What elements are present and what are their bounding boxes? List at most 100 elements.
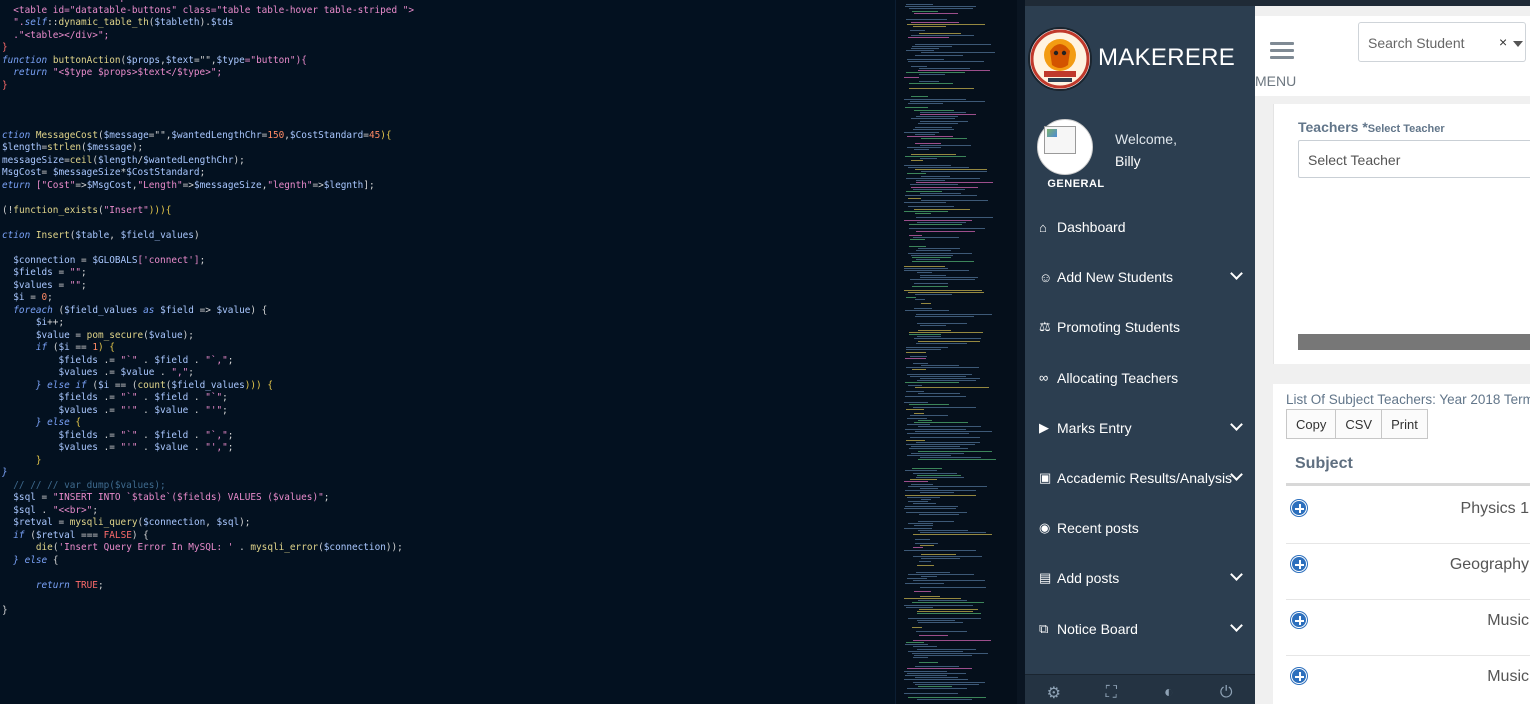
code-token: ): [193, 229, 200, 241]
column-header-subject[interactable]: Subject: [1295, 455, 1353, 473]
code-token: ,: [205, 517, 217, 528]
minimap-line: [916, 259, 940, 261]
code-editor-pane[interactable]: <div class="table-responsive"> <table id…: [0, 0, 895, 704]
search-student-select[interactable]: Search Student ×: [1358, 22, 1526, 62]
minimap-line: [913, 406, 976, 408]
code-token: $i: [58, 342, 70, 353]
minimap-line: [907, 23, 985, 25]
eye-slash-icon[interactable]: ◐: [1154, 678, 1184, 704]
code-text[interactable]: <div class="table-responsive"> <table id…: [2, 0, 414, 617]
table-row[interactable]: Music: [1286, 601, 1530, 656]
sidebar-item-add-posts[interactable]: ▤ Add posts: [1025, 553, 1255, 603]
chevron-down-icon[interactable]: [1513, 41, 1523, 47]
expand-plus-icon[interactable]: [1291, 668, 1307, 684]
copy-button[interactable]: Copy: [1286, 409, 1337, 439]
minimap-line: [912, 369, 926, 371]
minimap-line: [906, 191, 942, 192]
code-line: if ($i == 1) {: [2, 342, 414, 355]
minimap-line: [915, 133, 935, 135]
csv-button[interactable]: CSV: [1336, 409, 1383, 439]
table-row[interactable]: Music: [1286, 657, 1530, 704]
sidebar-item-marks-entry[interactable]: ▶ Marks Entry: [1025, 403, 1255, 453]
minimap-line: [916, 342, 967, 344]
minimap-line: [913, 237, 959, 239]
print-button[interactable]: Print: [1382, 409, 1428, 439]
minimap-line: [917, 221, 966, 223]
code-token: $message: [86, 142, 132, 153]
table-row[interactable]: Physics 1: [1286, 489, 1530, 544]
table-row[interactable]: Geography: [1286, 545, 1530, 600]
teacher-select[interactable]: Select Teacher: [1298, 140, 1530, 178]
sidebar: MAKERERE GENERAL Welcome, Billy ⌂ Dashboa…: [1025, 6, 1255, 704]
minimap-line: [906, 391, 924, 393]
sidebar-item-accademic-results-analysis[interactable]: ▣ Accademic Results/Analysis: [1025, 453, 1255, 503]
clear-icon[interactable]: ×: [1499, 34, 1507, 50]
sidebar-item-label: Promoting Students: [1057, 319, 1180, 336]
minimap-line: [906, 72, 965, 74]
code-token: =: [52, 267, 70, 278]
minimap-line: [910, 479, 937, 481]
minimap-line: [920, 532, 986, 533]
chevron-down-icon: [1230, 267, 1243, 281]
sidebar-item-notice-board[interactable]: ⧉ Notice Board: [1025, 604, 1255, 654]
minimap-line: [906, 296, 916, 298]
school-logo[interactable]: [1028, 27, 1092, 91]
column-header-rule: [1286, 483, 1530, 486]
minimap-line: [921, 138, 967, 140]
code-token: =: [41, 167, 53, 178]
settings-icon[interactable]: ⚙: [1039, 678, 1069, 704]
expand-plus-icon[interactable]: [1291, 500, 1307, 516]
hamburger-bar: [1270, 42, 1294, 45]
power-icon[interactable]: ⏻: [1211, 678, 1241, 704]
code-token: =: [52, 279, 70, 291]
code-token: $MsgCost: [86, 179, 132, 191]
minimap-line: [911, 21, 959, 23]
minimap-line: [910, 100, 985, 102]
minimap-line: [908, 103, 943, 104]
minimap-line: [914, 307, 932, 309]
minimap-line: [915, 677, 958, 679]
sidebar-item-promoting-students[interactable]: ⚖ Promoting Students: [1025, 302, 1255, 352]
code-token: $retval: [2, 517, 53, 528]
code-token: =>: [193, 304, 217, 316]
code-line: }: [2, 80, 414, 93]
code-token: eturn: [2, 179, 36, 191]
code-token: "<<br>": [52, 504, 93, 516]
code-line: ction MessageCost($message="",$wantedLen…: [2, 130, 414, 143]
code-token: );: [131, 142, 144, 153]
menu-label[interactable]: MENU: [1255, 73, 1296, 89]
fullscreen-icon[interactable]: ⛶: [1096, 678, 1126, 704]
avatar[interactable]: [1037, 119, 1093, 175]
expand-plus-icon[interactable]: [1291, 612, 1307, 628]
chevron-down-icon: [1230, 568, 1243, 582]
minimap-line: [908, 166, 969, 168]
minimap-line: [913, 646, 937, 648]
sidebar-item-dashboard[interactable]: ⌂ Dashboard: [1025, 202, 1255, 252]
minimap-line: [907, 578, 927, 580]
code-token: ction: [2, 229, 36, 241]
minimap-line: [905, 490, 976, 492]
minimap-line: [912, 653, 988, 654]
code-token: $GLOBALS: [92, 254, 138, 266]
code-line: function buttonAction($props,$text="",$t…: [2, 55, 414, 68]
code-token: $fields: [2, 392, 98, 403]
code-token: ;: [199, 254, 206, 266]
minimap-line: [907, 433, 969, 434]
code-token: $CostStandard: [126, 167, 200, 178]
sidebar-item-add-new-students[interactable]: ☺ Add New Students: [1025, 252, 1255, 302]
minimap-line: [905, 582, 944, 584]
subject-cell: Music: [1487, 668, 1529, 685]
code-token: );: [182, 329, 194, 341]
expand-plus-icon[interactable]: [1291, 556, 1307, 572]
code-token: $fields: [2, 429, 98, 441]
code-token: $connection: [323, 542, 386, 553]
minimap-line: [915, 169, 987, 170]
sidebar-item-recent-posts[interactable]: ◉ Recent posts: [1025, 503, 1255, 553]
code-token: ="button"){: [244, 54, 307, 66]
sidebar-item-allocating-teachers[interactable]: ∞ Allocating Teachers: [1025, 353, 1255, 403]
editor-scrollbar[interactable]: [1017, 0, 1025, 704]
code-token: =: [69, 329, 87, 341]
code-minimap[interactable]: [895, 0, 1017, 704]
minimap-line: [915, 127, 952, 129]
